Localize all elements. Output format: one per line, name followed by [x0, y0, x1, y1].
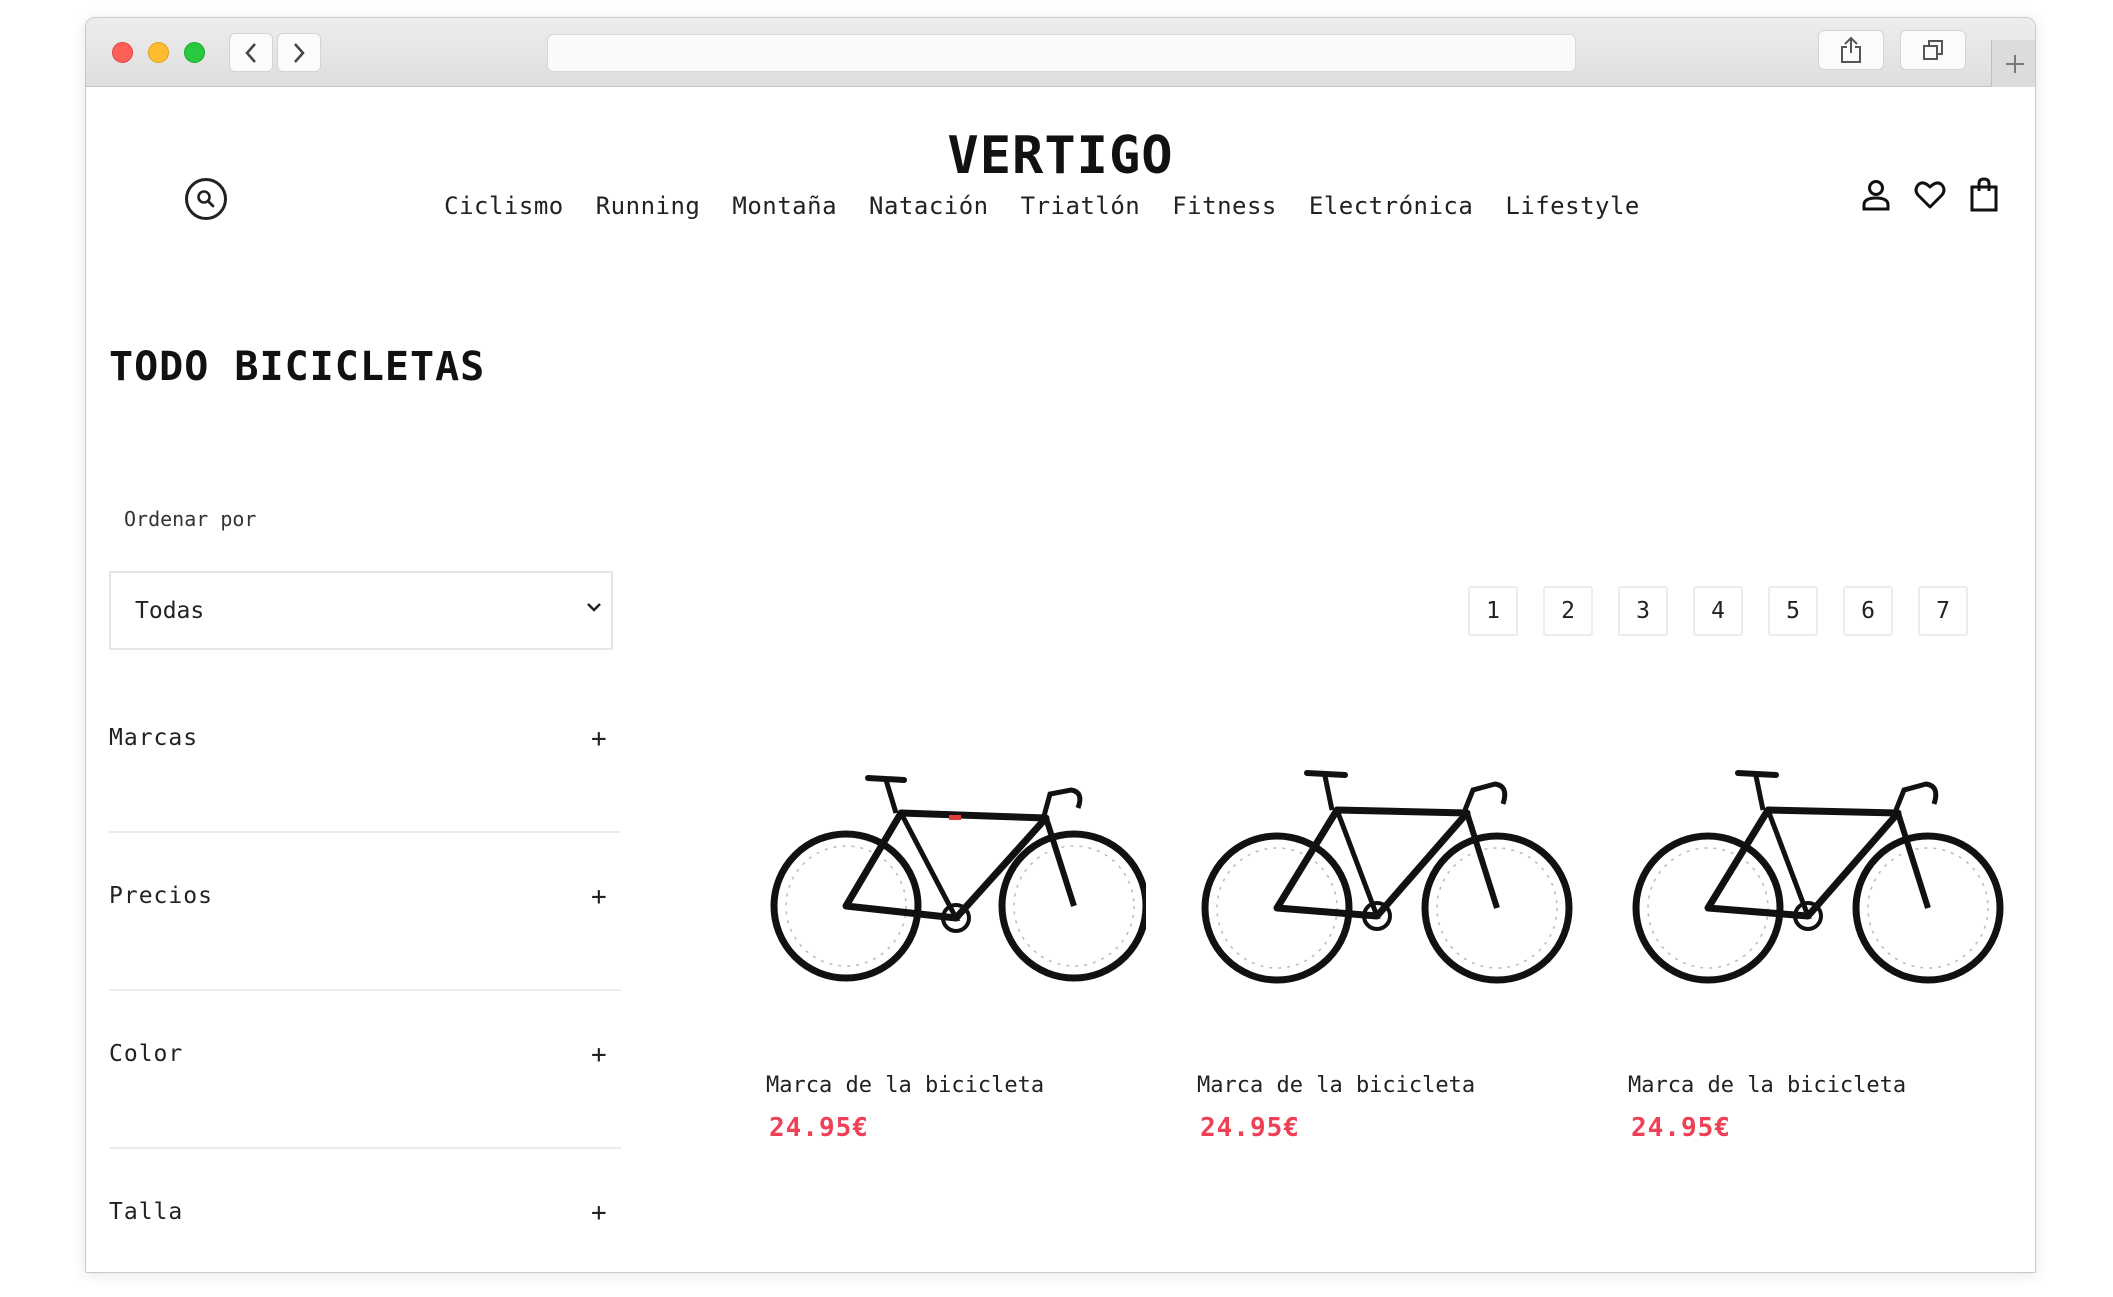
nav-montana[interactable]: Montaña — [732, 192, 837, 220]
expand-icon[interactable]: + — [591, 724, 607, 754]
road-bike-image[interactable] — [1628, 758, 2008, 1058]
user-icon — [1862, 180, 1890, 211]
minimize-window-button[interactable] — [148, 42, 169, 63]
share-icon — [1841, 36, 1861, 63]
plus-icon — [2005, 54, 2024, 73]
nav-natacion[interactable]: Natación — [869, 192, 989, 220]
expand-icon[interactable]: + — [591, 1198, 607, 1228]
sort-select-value: Todas — [135, 597, 205, 624]
filter-label: Color — [109, 1041, 184, 1067]
product-card[interactable]: Marca de la bicicleta 24.95€ — [1628, 758, 2028, 1143]
page-button[interactable]: 7 — [1918, 586, 1968, 636]
header-actions — [1859, 175, 2001, 215]
browser-window: VERTIGO Ciclismo Running Montaña Natació… — [85, 17, 2036, 1273]
zoom-window-button[interactable] — [184, 42, 205, 63]
main-nav: Ciclismo Running Montaña Natación Triatl… — [86, 192, 2035, 220]
page-button[interactable]: 5 — [1768, 586, 1818, 636]
road-bike-image[interactable] — [766, 758, 1150, 1058]
close-window-button[interactable] — [112, 42, 133, 63]
product-price: 24.95€ — [1200, 1113, 1300, 1143]
heart-icon — [1914, 181, 1946, 209]
page-button[interactable]: 3 — [1618, 586, 1668, 636]
browser-toolbar — [86, 18, 2035, 87]
forward-button[interactable] — [277, 33, 321, 72]
product-card[interactable]: Marca de la bicicleta 24.95€ — [766, 758, 1166, 1143]
tabs-icon — [1923, 40, 1943, 60]
chevron-left-icon — [245, 42, 256, 63]
chevron-down-icon — [587, 603, 601, 612]
filter-marcas[interactable]: Marcas + — [109, 675, 621, 833]
nav-fitness[interactable]: Fitness — [1172, 192, 1277, 220]
product-price: 24.95€ — [769, 1113, 869, 1143]
wishlist-button[interactable] — [1913, 175, 1947, 215]
nav-ciclismo[interactable]: Ciclismo — [444, 192, 564, 220]
product-name[interactable]: Marca de la bicicleta — [1197, 1073, 1475, 1098]
cart-button[interactable] — [1967, 175, 2001, 215]
nav-triatlon[interactable]: Triatlón — [1021, 192, 1141, 220]
page-title: TODO BICICLETAS — [109, 344, 486, 390]
site-logo[interactable]: VERTIGO — [86, 126, 2035, 186]
new-tab-button[interactable] — [1991, 40, 2035, 87]
filter-precios[interactable]: Precios + — [109, 833, 621, 991]
filter-label: Precios — [109, 883, 213, 909]
back-button[interactable] — [229, 33, 273, 72]
page-button[interactable]: 4 — [1693, 586, 1743, 636]
filter-talla[interactable]: Talla + — [109, 1149, 621, 1272]
product-name[interactable]: Marca de la bicicleta — [766, 1073, 1044, 1098]
web-page: VERTIGO Ciclismo Running Montaña Natació… — [86, 88, 2035, 1272]
page-button[interactable]: 6 — [1843, 586, 1893, 636]
filter-label: Talla — [109, 1199, 184, 1225]
product-name[interactable]: Marca de la bicicleta — [1628, 1073, 1906, 1098]
account-button[interactable] — [1859, 175, 1893, 215]
nav-lifestyle[interactable]: Lifestyle — [1505, 192, 1640, 220]
product-price: 24.95€ — [1631, 1113, 1731, 1143]
nav-electronica[interactable]: Electrónica — [1309, 192, 1473, 220]
product-card[interactable]: Marca de la bicicleta 24.95€ — [1197, 758, 1597, 1143]
sort-select[interactable]: Todas — [109, 571, 613, 650]
share-button[interactable] — [1818, 30, 1884, 70]
road-bike-image[interactable] — [1197, 758, 1577, 1058]
show-tabs-button[interactable] — [1900, 30, 1966, 70]
chevron-right-icon — [294, 42, 305, 63]
page-button[interactable]: 2 — [1543, 586, 1593, 636]
pagination: 1 2 3 4 5 6 7 — [1468, 586, 1968, 636]
filter-label: Marcas — [109, 725, 199, 751]
filter-color[interactable]: Color + — [109, 991, 621, 1149]
nav-running[interactable]: Running — [596, 192, 701, 220]
sort-label: Ordenar por — [124, 507, 257, 531]
bag-icon — [1970, 177, 1998, 212]
address-bar[interactable] — [547, 34, 1576, 72]
expand-icon[interactable]: + — [591, 1040, 607, 1070]
page-button[interactable]: 1 — [1468, 586, 1518, 636]
expand-icon[interactable]: + — [591, 882, 607, 912]
